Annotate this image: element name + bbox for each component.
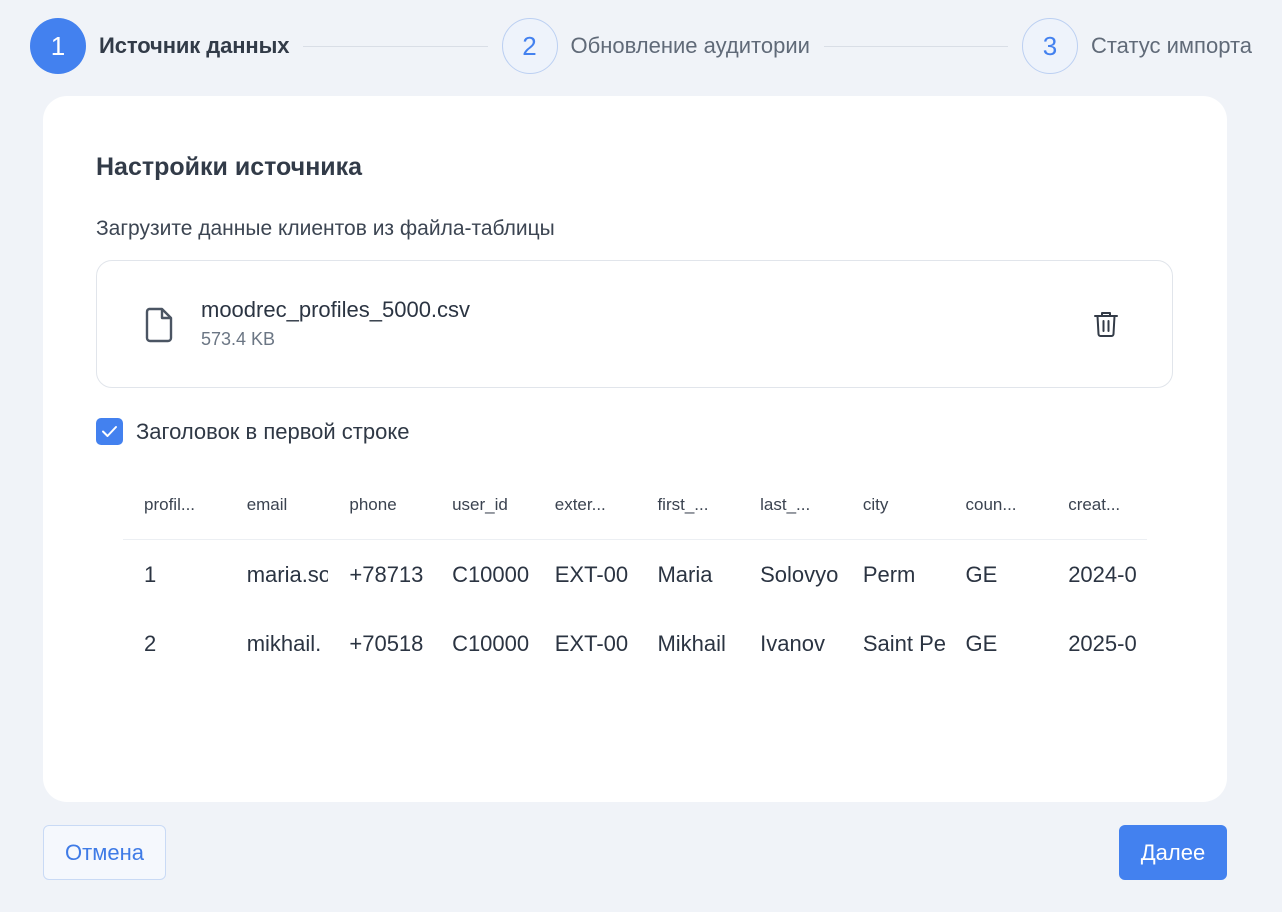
checkmark-icon	[102, 426, 117, 437]
column-header: email	[246, 494, 288, 514]
uploaded-file: moodrec_profiles_5000.csv 573.4 KB	[96, 260, 1173, 388]
table-cell: +78713	[349, 561, 424, 587]
step-audience-update[interactable]: 2 Обновление аудитории	[501, 18, 810, 74]
source-settings-card: Настройки источника Загрузите данные кли…	[43, 96, 1227, 802]
table-cell: GE	[965, 561, 998, 587]
table-cell: 1	[144, 561, 157, 587]
table-cell: GE	[965, 630, 998, 656]
table-cell: C10000	[452, 630, 530, 656]
table-cell: maria.so	[246, 561, 329, 587]
table-cell: mikhail.	[246, 630, 322, 656]
column-header: first_...	[657, 494, 709, 514]
file-icon	[145, 307, 173, 343]
table-row: 2 mikhail. +70518 C10000 EXT-00 Mikhail …	[123, 609, 1147, 678]
column-header: last_...	[760, 494, 811, 514]
column-header: exter...	[554, 494, 606, 514]
step-connector	[303, 45, 488, 47]
table-cell: Perm	[862, 561, 916, 587]
import-stepper: 1 Источник данных 2 Обновление аудитории…	[30, 18, 1252, 74]
delete-file-button[interactable]	[1093, 306, 1119, 342]
column-header: phone	[349, 494, 397, 514]
column-header: profil...	[144, 494, 196, 514]
checkbox-label: Заголовок в первой строке	[136, 418, 410, 444]
section-subtitle: Загрузите данные клиентов из файла-табли…	[96, 217, 555, 240]
column-header: city	[862, 494, 889, 514]
data-preview-table: profil... email phone user_id exter... f…	[123, 470, 1147, 678]
trash-icon	[1094, 312, 1118, 337]
table-cell: 2024-0	[1068, 561, 1137, 587]
step-import-status[interactable]: 3 Статус импорта	[1021, 18, 1253, 74]
step-source[interactable]: 1 Источник данных	[30, 18, 290, 74]
header-row-checkbox[interactable]: Заголовок в первой строке	[96, 418, 409, 445]
file-name: moodrec_profiles_5000.csv	[201, 297, 471, 322]
step-label-audience-update: Обновление аудитории	[570, 33, 810, 58]
step-number-3: 3	[1021, 18, 1078, 74]
table-cell: C10000	[452, 561, 530, 587]
table-cell: 2025-0	[1068, 630, 1137, 656]
table-cell: Maria	[657, 561, 713, 587]
table-header: profil... email phone user_id exter... f…	[123, 470, 1147, 540]
section-title: Настройки источника	[96, 153, 363, 181]
table-cell: Solovyo	[760, 561, 839, 587]
checkbox-checked[interactable]	[96, 418, 123, 445]
table-cell: EXT-00	[554, 630, 629, 656]
step-number-2: 2	[501, 18, 558, 74]
column-header: creat...	[1068, 494, 1121, 514]
step-connector	[823, 45, 1008, 47]
table-cell: Mikhail	[657, 630, 726, 656]
table-cell: EXT-00	[554, 561, 629, 587]
table-cell: +70518	[349, 630, 424, 656]
file-size: 573.4 KB	[201, 329, 276, 349]
cancel-button[interactable]: Отмена	[43, 825, 166, 880]
column-header: coun...	[965, 494, 1017, 514]
table-cell: Saint Pe	[862, 630, 945, 656]
step-label-source: Источник данных	[99, 33, 290, 58]
table-row: 1 maria.so +78713 C10000 EXT-00 Maria So…	[123, 540, 1147, 609]
step-label-import-status: Статус импорта	[1090, 33, 1253, 58]
next-button[interactable]: Далее	[1119, 825, 1227, 880]
step-number-1: 1	[30, 18, 86, 74]
table-cell: 2	[144, 630, 157, 656]
column-header: user_id	[452, 494, 508, 514]
table-cell: Ivanov	[760, 630, 825, 656]
